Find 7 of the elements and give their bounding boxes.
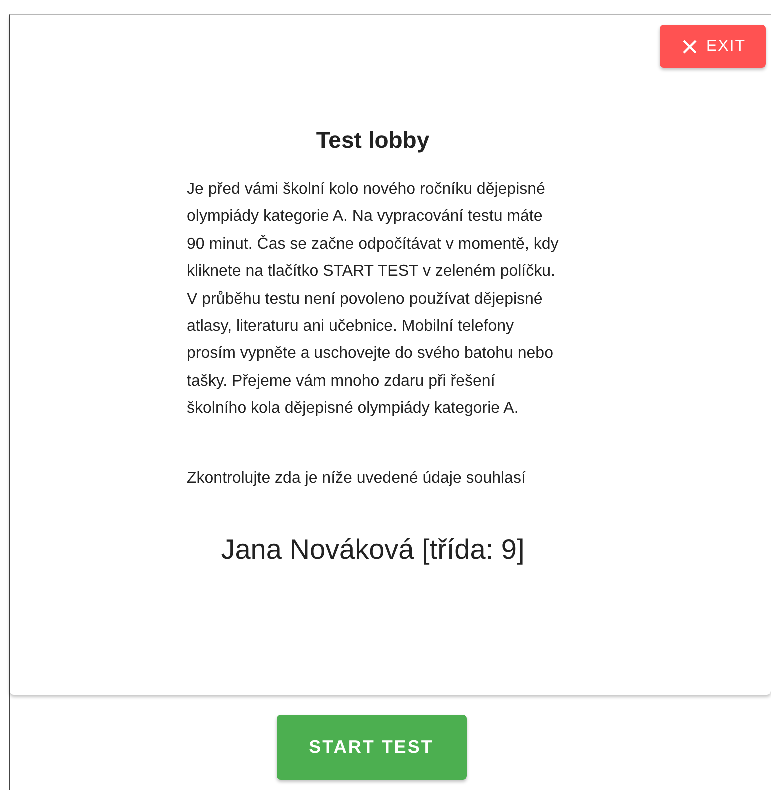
check-prompt: Zkontrolujte zda je níže uvedené údaje souhlasí <box>187 468 527 489</box>
instructions-text: Je před vámi školní kolo nového ročníku dějepisné olympiády kategorie A. Na vypracování testu máte 90 minut. Čas se začne odpočítávat v momentě, kdy kliknete na tlačítko START TEST v zeleném políčku. V průběhu testu není povoleno používat dějepisné atlasy, literaturu ani učebnice. Mobilní telefony prosím vypněte a uschovejte do svého batohu nebo tašky. Přejeme vám mnoho zdaru při řešení školního kola dějepisné olympiády kategorie A. <box>187 180 559 420</box>
close-icon <box>682 38 698 54</box>
student-name: Jana Nováková [třída: 9] <box>220 534 526 566</box>
start-test-button[interactable]: START TEST <box>276 715 466 780</box>
exit-button[interactable]: EXIT <box>660 25 766 68</box>
lobby-title: Test lobby <box>315 127 431 154</box>
